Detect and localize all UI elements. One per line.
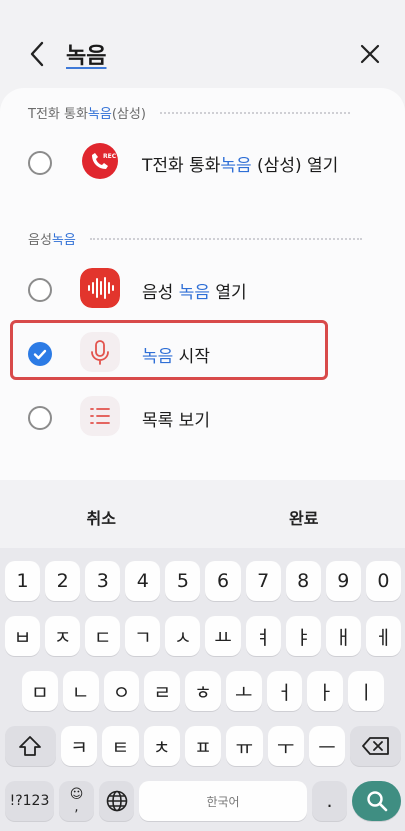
key-letter[interactable]: ㅁ: [22, 671, 58, 711]
key-letter[interactable]: ㄴ: [62, 671, 99, 711]
key-letter[interactable]: ㅌ: [102, 726, 139, 766]
key-letter[interactable]: ㅡ: [308, 726, 346, 766]
keyboard-row-3: ㅋ ㅌ ㅊ ㅍ ㅠ ㅜ ㅡ: [5, 726, 402, 766]
keyboard-row-2: ㅁ ㄴ ㅇ ㄹ ㅎ ㅗ ㅓ ㅏ ㅣ: [5, 671, 401, 711]
page-title: 녹음: [66, 44, 107, 69]
key-2[interactable]: 2: [45, 561, 81, 601]
shift-arrow-icon: [19, 736, 42, 756]
key-letter[interactable]: ㅔ: [365, 616, 401, 656]
app-header: 녹음: [0, 0, 405, 100]
list-item-label: 음성 녹음 열기: [142, 283, 247, 303]
key-letter[interactable]: ㅊ: [143, 726, 180, 766]
section-header-voice-recording: 음성 녹음: [28, 229, 362, 248]
key-8[interactable]: 8: [285, 561, 321, 601]
done-button[interactable]: 완료: [203, 490, 405, 548]
key-letter[interactable]: ㅎ: [185, 671, 221, 711]
key-letter[interactable]: ㅗ: [225, 671, 262, 711]
close-icon[interactable]: [358, 42, 382, 66]
radio-button[interactable]: [28, 406, 52, 430]
language-key[interactable]: [99, 781, 134, 821]
key-9[interactable]: 9: [325, 561, 361, 601]
key-letter[interactable]: ㅏ: [307, 671, 344, 711]
search-icon: [366, 791, 387, 812]
key-letter[interactable]: ㅍ: [184, 726, 222, 766]
period-key[interactable]: .: [312, 781, 347, 821]
key-letter[interactable]: ㅈ: [45, 616, 81, 656]
search-key[interactable]: [352, 781, 401, 821]
key-1[interactable]: 1: [5, 561, 41, 601]
key-4[interactable]: 4: [125, 561, 161, 601]
key-letter[interactable]: ㅇ: [103, 671, 140, 711]
key-7[interactable]: 7: [245, 561, 281, 601]
key-letter[interactable]: ㅂ: [5, 616, 41, 656]
list-icon: [80, 396, 120, 436]
backspace-key[interactable]: [350, 726, 402, 766]
key-letter[interactable]: ㅋ: [60, 726, 98, 766]
key-letter[interactable]: ㅅ: [165, 616, 201, 656]
keyboard-row-1: ㅂ ㅈ ㄷ ㄱ ㅅ ㅛ ㅕ ㅑ ㅐ ㅔ: [5, 616, 401, 656]
back-arrow-icon[interactable]: [26, 40, 50, 68]
key-letter[interactable]: ㅣ: [348, 671, 385, 711]
emoji-comma-key[interactable]: ☺ ,: [59, 781, 94, 821]
key-letter[interactable]: ㅛ: [205, 616, 241, 656]
keyboard: 1 2 3 4 5 6 7 8 9 0 ㅂ ㅈ ㄷ ㄱ ㅅ ㅛ ㅕ ㅑ ㅐ ㅔ …: [0, 548, 405, 831]
list-item-call-recorder[interactable]: REC T전화 통화녹음 (삼성) 열기: [16, 135, 388, 191]
key-letter[interactable]: ㅑ: [285, 616, 321, 656]
key-letter[interactable]: ㅕ: [245, 616, 281, 656]
key-3[interactable]: 3: [85, 561, 121, 601]
symbols-key[interactable]: !?123: [5, 781, 54, 821]
call-recorder-icon: REC: [82, 143, 118, 179]
section-divider: [159, 111, 350, 114]
svg-text:REC: REC: [103, 153, 117, 160]
list-item-voice-recorder[interactable]: 음성 녹음 열기: [16, 262, 388, 318]
section-divider: [89, 237, 362, 240]
list-item-label: T전화 통화녹음 (삼성) 열기: [142, 156, 339, 176]
keyboard-row-numbers: 1 2 3 4 5 6 7 8 9 0: [5, 561, 401, 601]
key-letter[interactable]: ㄱ: [125, 616, 161, 656]
key-letter[interactable]: ㅐ: [325, 616, 361, 656]
selection-highlight-box: [10, 320, 328, 380]
key-letter[interactable]: ㄷ: [85, 616, 121, 656]
space-key[interactable]: 한국어: [139, 781, 307, 821]
list-item-label: 목록 보기: [142, 411, 210, 431]
key-6[interactable]: 6: [205, 561, 241, 601]
shift-key[interactable]: [5, 726, 56, 766]
cancel-button[interactable]: 취소: [0, 490, 203, 548]
key-letter[interactable]: ㅜ: [267, 726, 304, 766]
key-letter[interactable]: ㅓ: [266, 671, 303, 711]
key-5[interactable]: 5: [165, 561, 201, 601]
section-header-call-recording: T전화 통화 녹음 (삼성): [28, 103, 350, 122]
key-letter[interactable]: ㅠ: [226, 726, 263, 766]
keyboard-row-bottom: !?123 ☺ , 한국어 .: [5, 781, 401, 821]
radio-button[interactable]: [28, 151, 52, 175]
key-0[interactable]: 0: [365, 561, 401, 601]
backspace-icon: [361, 737, 389, 755]
dialog-actions: 취소 완료: [0, 490, 405, 548]
key-letter[interactable]: ㄹ: [144, 671, 181, 711]
globe-icon: [106, 790, 127, 812]
list-item-view-list[interactable]: 목록 보기: [16, 390, 388, 446]
voice-recorder-icon: [80, 268, 120, 308]
radio-button[interactable]: [28, 278, 52, 302]
